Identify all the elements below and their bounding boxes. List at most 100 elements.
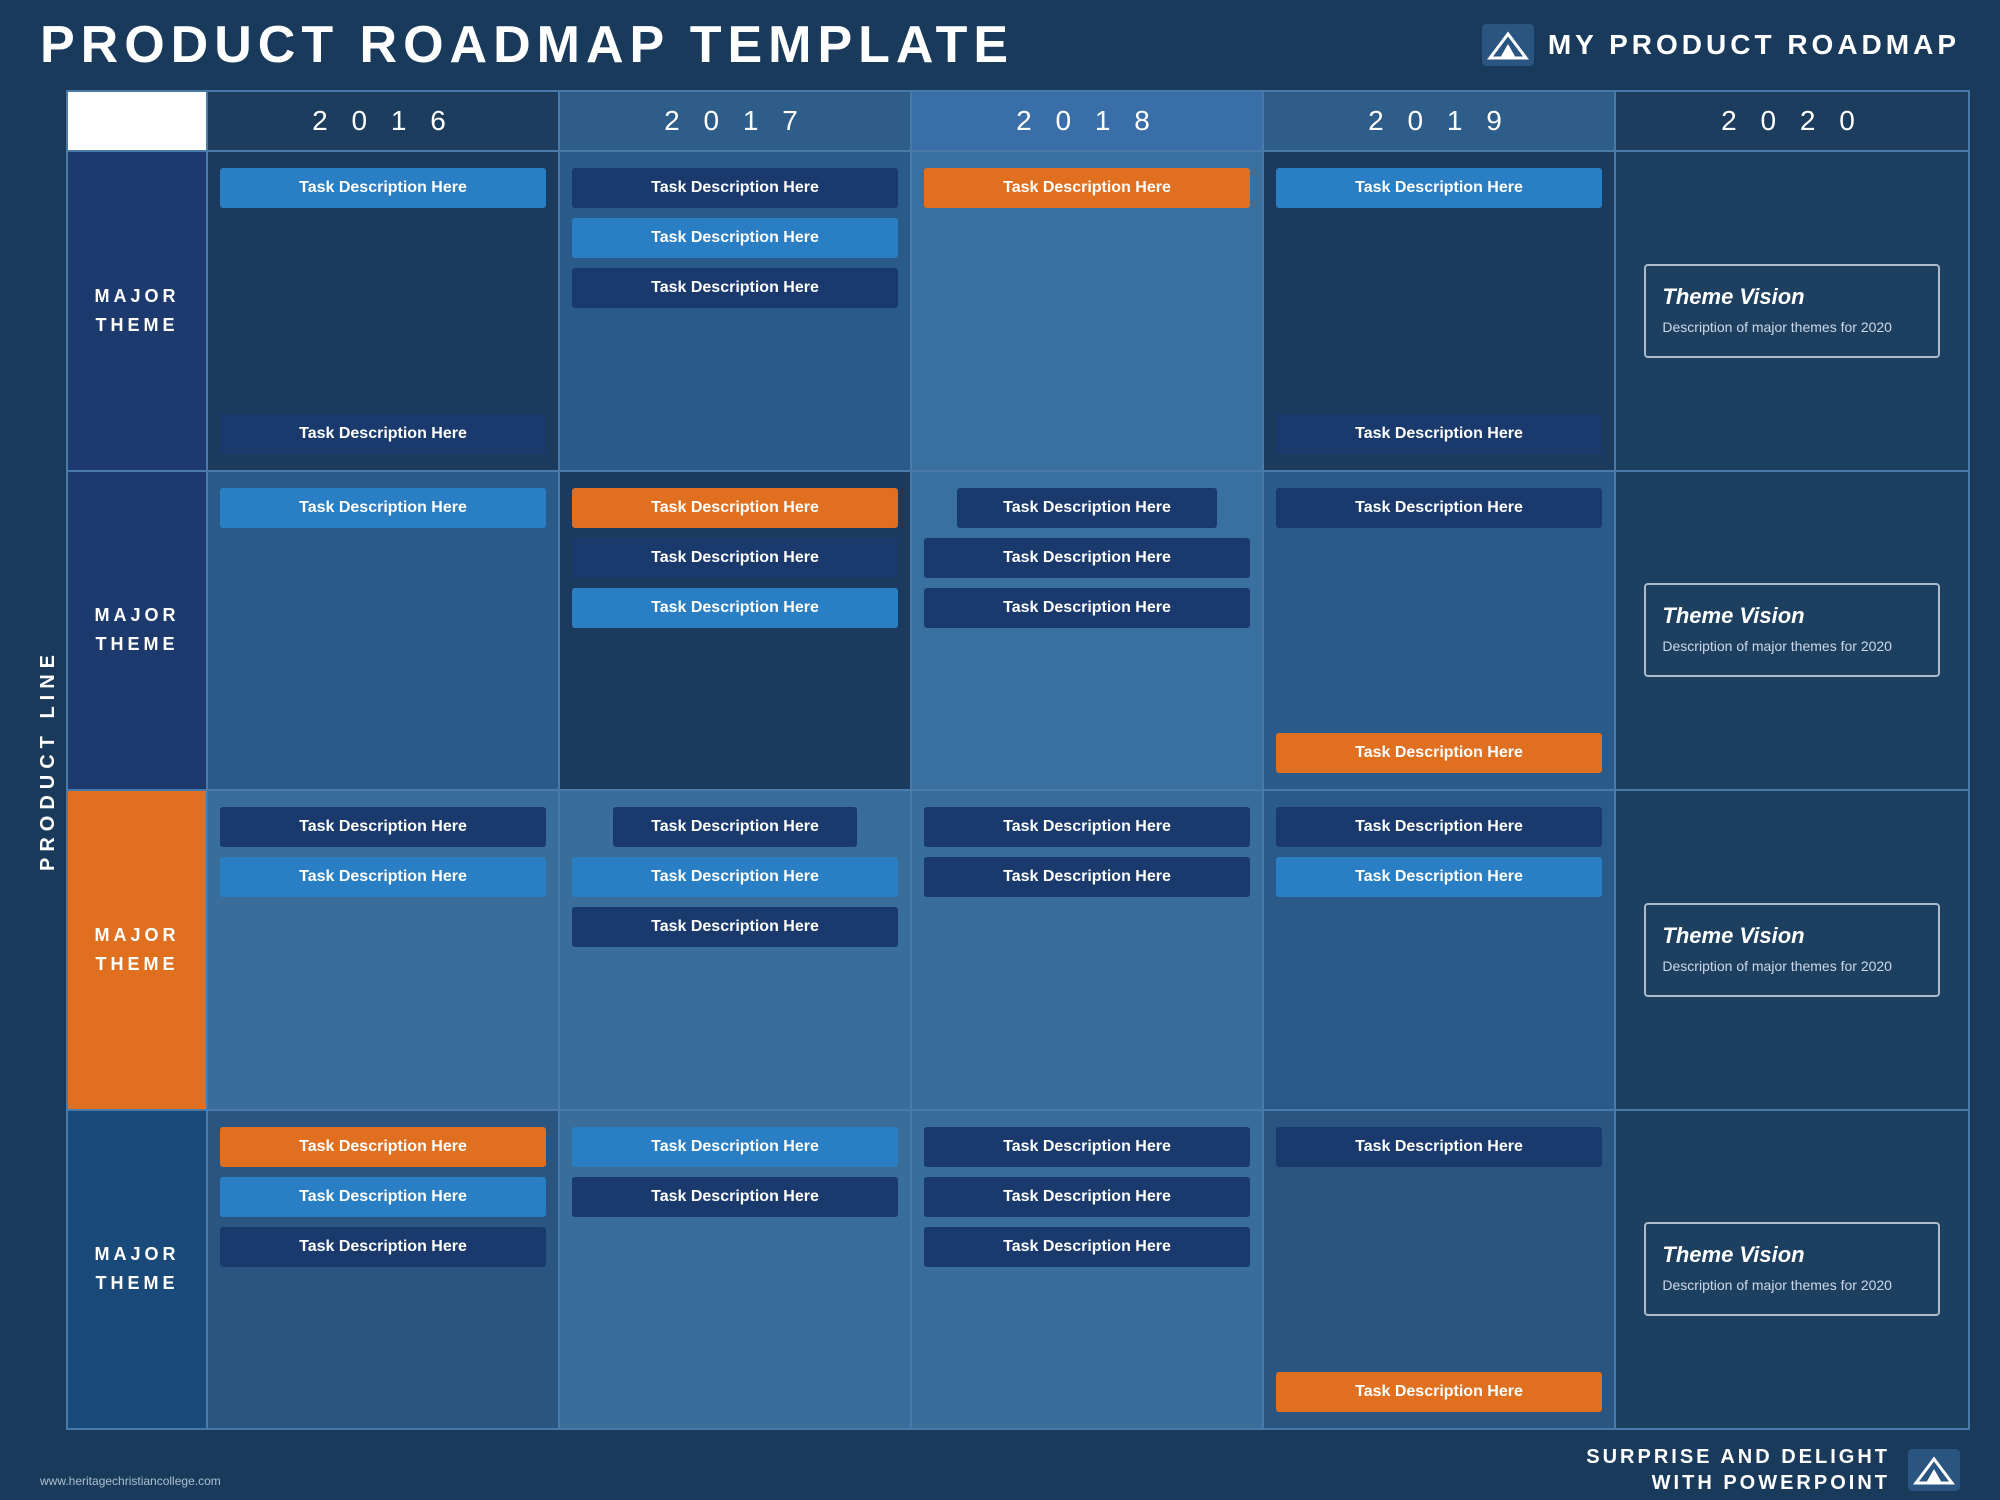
task-btn[interactable]: Task Description Here [1276,1127,1602,1167]
task-btn[interactable]: Task Description Here [220,488,546,528]
theme-label-1: MAJOR THEME [68,152,208,470]
year-2018: 2 0 1 8 [912,92,1264,150]
vertical-label-wrap: PRODUCT LINE [30,90,66,1430]
row2-col5: Task Description Here Task Description H… [1264,472,1616,790]
task-btn[interactable]: Task Description Here [572,218,898,258]
vision-box-2: Theme Vision Description of major themes… [1644,583,1939,677]
task-btn[interactable]: Task Description Here [1276,414,1602,454]
row3-col5: Task Description Here Task Description H… [1264,791,1616,1109]
task-btn[interactable]: Task Description Here [220,168,546,208]
task-btn[interactable]: Task Description Here [924,1227,1250,1267]
task-btn[interactable]: Task Description Here [924,588,1250,628]
header-brand-area: MY PRODUCT ROADMAP [1482,24,1960,66]
row2-col4: Task Description Here Task Description H… [912,472,1264,790]
year-2020: 2 0 2 0 [1616,92,1968,150]
task-btn[interactable]: Task Description Here [572,588,898,628]
row1-col6: Theme Vision Description of major themes… [1616,152,1968,470]
row3-col3: Task Description Here Task Description H… [560,791,912,1109]
task-btn[interactable]: Task Description Here [572,268,898,308]
row3-col2: Task Description Here Task Description H… [208,791,560,1109]
task-btn[interactable]: Task Description Here [924,1127,1250,1167]
row1-col5: Task Description Here Task Description H… [1264,152,1616,470]
year-header-row: 2 0 1 6 2 0 1 7 2 0 1 8 2 0 1 9 2 0 2 0 [68,92,1968,152]
row3-col4: Task Description Here Task Description H… [912,791,1264,1109]
grid-container: 2 0 1 6 2 0 1 7 2 0 1 8 2 0 1 9 2 0 2 0 … [66,90,1970,1430]
theme-line1: MAJOR [94,286,179,306]
task-btn[interactable]: Task Description Here [1276,733,1602,773]
task-btn[interactable]: Task Description Here [1276,168,1602,208]
row4-col4: Task Description Here Task Description H… [912,1111,1264,1429]
task-btn[interactable]: Task Description Here [220,807,546,847]
footer-logo-icon [1908,1449,1960,1491]
theme-line1: MAJOR [94,925,179,945]
vision-title-1: Theme Vision [1662,284,1921,310]
theme-line2: THEME [95,634,178,654]
row4-col6: Theme Vision Description of major themes… [1616,1111,1968,1429]
row4-col3: Task Description Here Task Description H… [560,1111,912,1429]
footer-text: SURPRISE AND DELIGHT WITH POWERPOINT [1586,1444,1890,1496]
task-btn[interactable]: Task Description Here [924,807,1250,847]
task-btn[interactable]: Task Description Here [572,1127,898,1167]
theme-label-2: MAJOR THEME [68,472,208,790]
year-header-empty [68,92,208,150]
task-btn[interactable]: Task Description Here [220,1127,546,1167]
row4-col2: Task Description Here Task Description H… [208,1111,560,1429]
vision-box-4: Theme Vision Description of major themes… [1644,1222,1939,1316]
task-btn[interactable]: Task Description Here [924,538,1250,578]
vision-desc-1: Description of major themes for 2020 [1662,318,1921,338]
vision-box-1: Theme Vision Description of major themes… [1644,264,1939,358]
row2-col2: Task Description Here [208,472,560,790]
task-btn[interactable]: Task Description Here [572,857,898,897]
vision-desc-3: Description of major themes for 2020 [1662,957,1921,977]
row4-col5: Task Description Here Task Description H… [1264,1111,1616,1429]
footer-line2: WITH POWERPOINT [1586,1470,1890,1496]
main-area: PRODUCT LINE 2 0 1 6 2 0 1 7 2 0 1 8 2 0… [0,90,2000,1440]
row-band-3: MAJOR THEME Task Description Here Task D… [68,791,1968,1111]
product-line-label: PRODUCT LINE [37,649,60,871]
task-btn[interactable]: Task Description Here [220,857,546,897]
page-container: PRODUCT ROADMAP TEMPLATE MY PRODUCT ROAD… [0,0,2000,1500]
task-btn[interactable]: Task Description Here [924,857,1250,897]
theme-line2: THEME [95,315,178,335]
vision-desc-4: Description of major themes for 2020 [1662,1276,1921,1296]
row-band-1: MAJOR THEME Task Description Here Task D… [68,152,1968,472]
theme-label-3: MAJOR THEME [68,791,208,1109]
year-2016: 2 0 1 6 [208,92,560,150]
content-rows: MAJOR THEME Task Description Here Task D… [68,152,1968,1428]
vision-title-3: Theme Vision [1662,923,1921,949]
row2-col6: Theme Vision Description of major themes… [1616,472,1968,790]
task-btn[interactable]: Task Description Here [924,168,1250,208]
task-btn[interactable]: Task Description Here [220,1227,546,1267]
task-btn[interactable]: Task Description Here [924,1177,1250,1217]
task-btn[interactable]: Task Description Here [220,414,546,454]
footer-line1: SURPRISE AND DELIGHT [1586,1444,1890,1470]
task-btn[interactable]: Task Description Here [572,907,898,947]
page-title: PRODUCT ROADMAP TEMPLATE [40,15,1014,75]
task-btn[interactable]: Task Description Here [1276,488,1602,528]
row-band-2: MAJOR THEME Task Description Here Task D… [68,472,1968,792]
footer: www.heritagechristiancollege.com SURPRIS… [0,1440,2000,1500]
year-2017: 2 0 1 7 [560,92,912,150]
task-btn[interactable]: Task Description Here [957,488,1218,528]
task-btn[interactable]: Task Description Here [220,1177,546,1217]
task-btn[interactable]: Task Description Here [1276,857,1602,897]
row2-col3: Task Description Here Task Description H… [560,472,912,790]
task-btn[interactable]: Task Description Here [613,807,858,847]
theme-line1: MAJOR [94,1244,179,1264]
task-btn[interactable]: Task Description Here [572,538,898,578]
theme-line2: THEME [95,954,178,974]
task-btn[interactable]: Task Description Here [1276,807,1602,847]
task-btn[interactable]: Task Description Here [572,168,898,208]
row3-col6: Theme Vision Description of major themes… [1616,791,1968,1109]
footer-website: www.heritagechristiancollege.com [40,1474,221,1488]
theme-line2: THEME [95,1273,178,1293]
year-2019: 2 0 1 9 [1264,92,1616,150]
task-btn[interactable]: Task Description Here [1276,1372,1602,1412]
theme-line1: MAJOR [94,605,179,625]
theme-label-4: MAJOR THEME [68,1111,208,1429]
task-btn[interactable]: Task Description Here [572,488,898,528]
row1-col3: Task Description Here Task Description H… [560,152,912,470]
vision-box-3: Theme Vision Description of major themes… [1644,903,1939,997]
vision-title-4: Theme Vision [1662,1242,1921,1268]
task-btn[interactable]: Task Description Here [572,1177,898,1217]
